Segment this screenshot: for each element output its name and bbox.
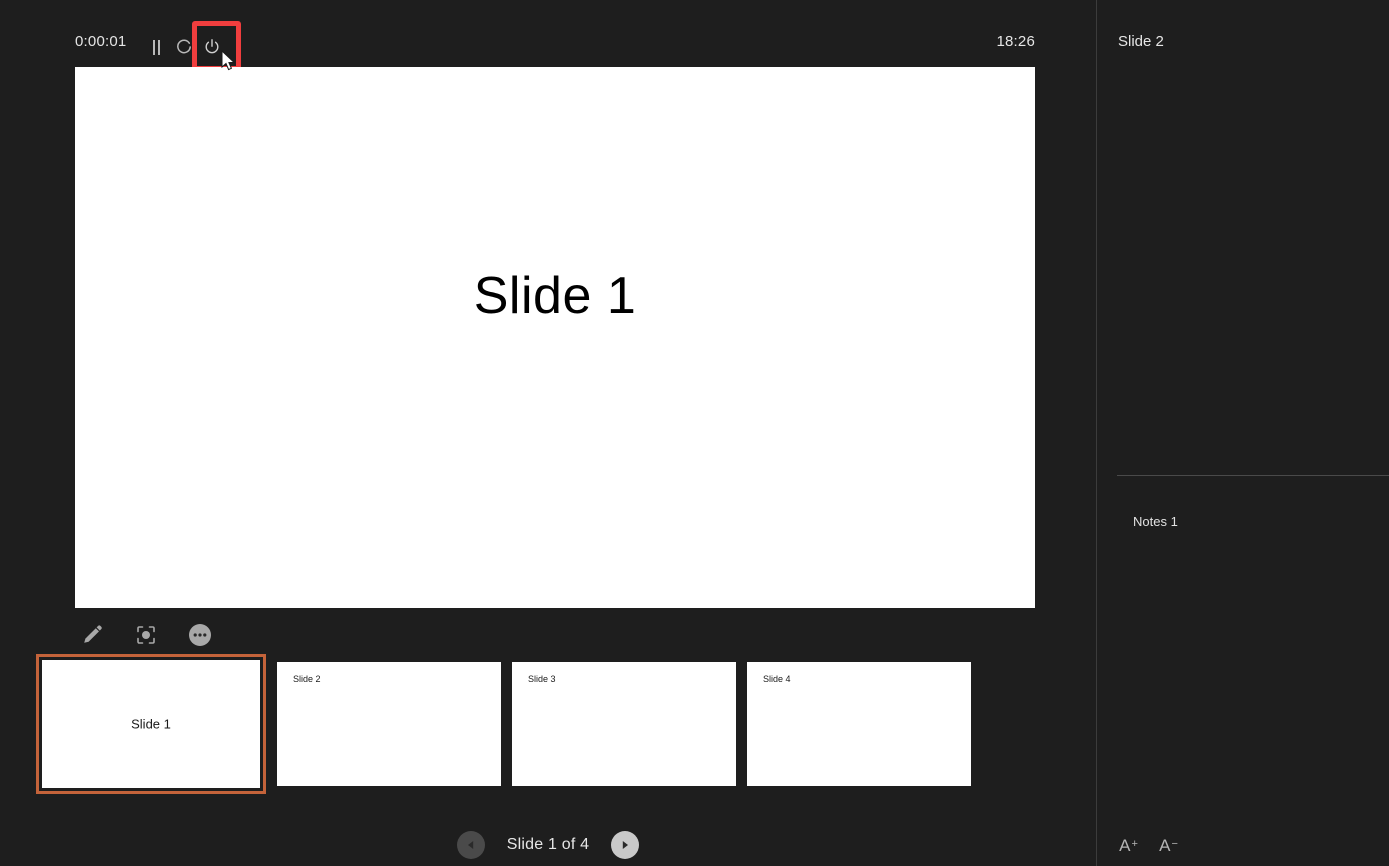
slide-navigation-bar: Slide 1 of 4 (0, 824, 1096, 866)
speaker-notes-text: Notes 1 (1133, 514, 1178, 529)
slide-thumbnail-1[interactable]: Slide 1 (36, 654, 266, 794)
next-arrow-icon (623, 841, 629, 849)
increase-font-letter: A (1119, 836, 1131, 855)
decrease-font-letter: A (1159, 836, 1171, 855)
presentation-timer: 0:00:01 (75, 33, 127, 50)
current-slide-title: Slide 1 (473, 267, 637, 325)
pause-icon (151, 39, 162, 55)
next-slide-title: Slide 2 (1118, 33, 1164, 50)
slide-tools-row (75, 618, 217, 652)
restart-timer-button[interactable] (170, 33, 198, 61)
slide-thumbnail-3-label: Slide 3 (528, 674, 556, 684)
increase-font-sign: + (1131, 838, 1138, 850)
slide-thumbnail-4[interactable]: Slide 4 (747, 662, 971, 786)
notes-divider (1117, 475, 1389, 476)
end-show-button[interactable] (198, 33, 226, 61)
slide-thumbnail-2-label: Slide 2 (293, 674, 321, 684)
laser-pointer-button[interactable] (129, 618, 163, 652)
slide-thumbnail-3[interactable]: Slide 3 (512, 662, 736, 786)
restart-timer-icon (177, 39, 191, 54)
current-clock-time: 18:26 (996, 33, 1035, 50)
pen-button[interactable] (75, 618, 109, 652)
increase-font-size-button[interactable]: A + (1115, 828, 1141, 854)
notes-font-controls: A + A − (1115, 828, 1181, 854)
decrease-font-size-button[interactable]: A − (1155, 828, 1181, 854)
next-slide-button[interactable] (611, 831, 640, 859)
slide-thumbnail-strip: Slide 1 Slide 2 Slide 3 Slide 4 (36, 654, 971, 794)
presenter-view-main: 0:00:01 18:26 Slide 1 Slide 1 Slide 2 Sl… (0, 0, 1096, 866)
presenter-control-bar: 0:00:01 18:26 (0, 0, 1096, 71)
slide-thumbnail-2[interactable]: Slide 2 (277, 662, 501, 786)
pause-timer-button[interactable] (142, 33, 170, 61)
slide-thumbnail-1-label: Slide 1 (131, 716, 171, 732)
power-icon (205, 39, 219, 54)
decrease-font-sign: − (1171, 838, 1178, 850)
previous-arrow-icon (467, 841, 473, 849)
slide-thumbnail-1-surface: Slide 1 (42, 660, 260, 788)
laser-pointer-icon (137, 626, 155, 644)
more-options-button[interactable] (183, 618, 217, 652)
current-slide-canvas[interactable]: Slide 1 (75, 67, 1035, 608)
pen-icon (84, 625, 102, 643)
notes-panel: Slide 2 Notes 1 A + A − (1096, 0, 1389, 866)
previous-slide-button[interactable] (456, 831, 485, 859)
slide-counter: Slide 1 of 4 (506, 836, 590, 853)
slide-thumbnail-4-label: Slide 4 (763, 674, 791, 684)
more-options-icon (189, 624, 211, 646)
